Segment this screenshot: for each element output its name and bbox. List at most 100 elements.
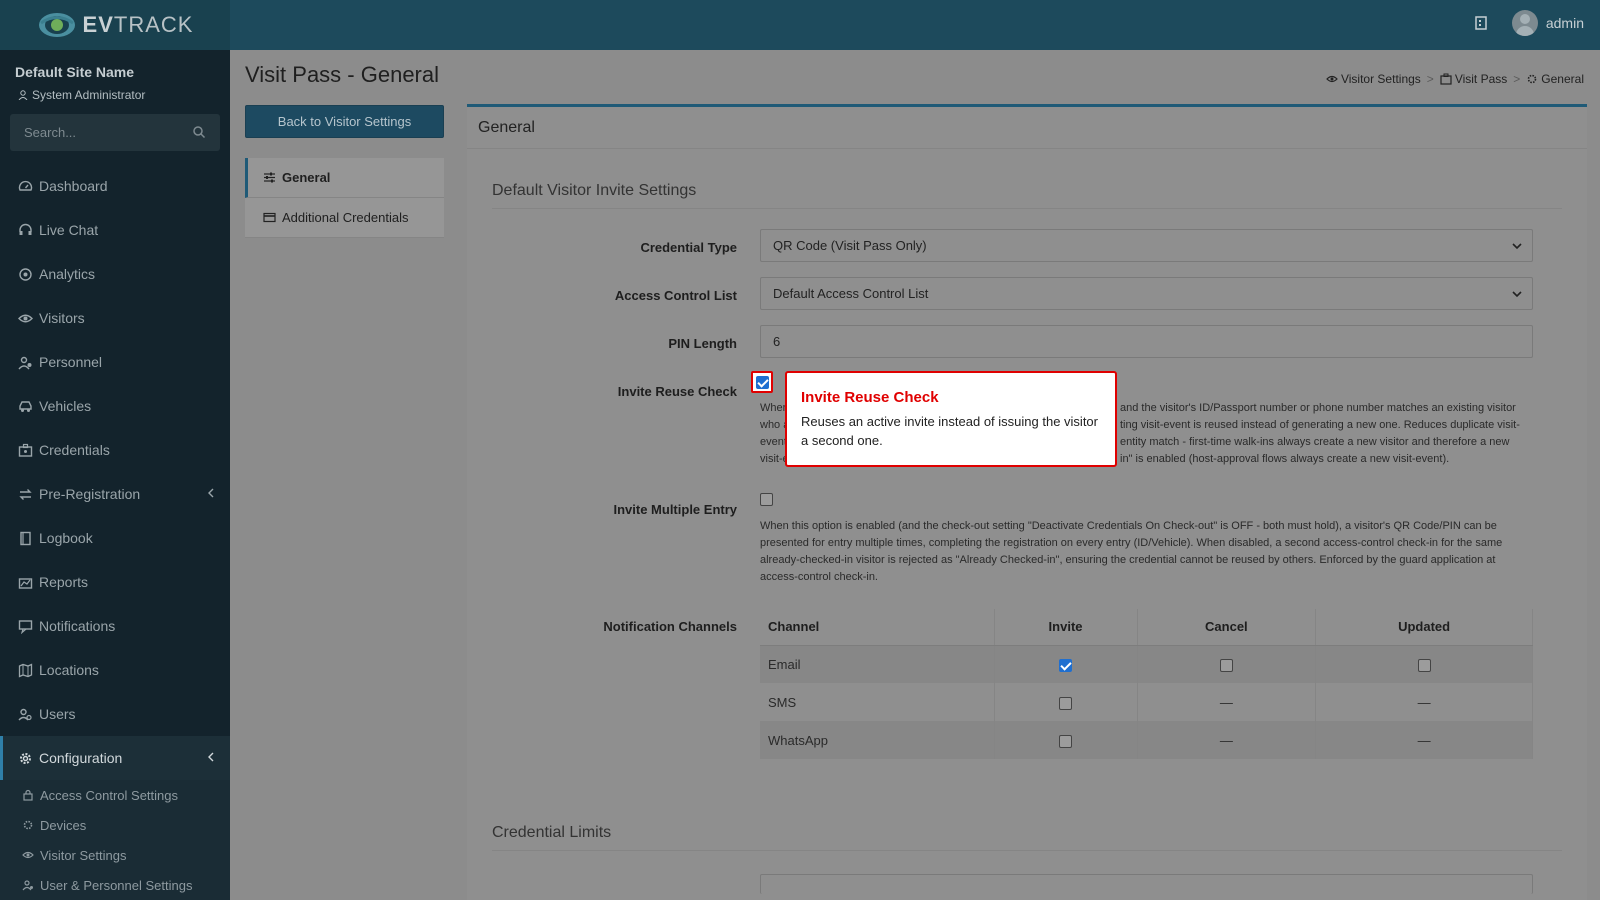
sidebar-item-label: Credentials <box>39 442 110 458</box>
breadcrumb: Visitor Settings > Visit Pass > General <box>1326 72 1584 86</box>
sidebar-item-label: Logbook <box>39 530 93 546</box>
search-input[interactable] <box>10 114 180 151</box>
card-icon <box>263 212 276 223</box>
whatsapp-invite-checkbox[interactable] <box>1059 734 1073 748</box>
credential-limit-input[interactable] <box>760 874 1533 894</box>
users-icon <box>18 708 32 720</box>
access-control-list-select[interactable]: Default Access Control List <box>760 277 1533 310</box>
eye-icon <box>1326 75 1338 83</box>
sidebar-subitem-devices[interactable]: Devices <box>0 810 230 840</box>
cell-updated: — <box>1315 683 1533 721</box>
column-header-channel: Channel <box>760 609 995 646</box>
chevron-down-icon <box>1512 291 1522 298</box>
sidebar-search <box>10 114 220 151</box>
side-menu-label: Additional Credentials <box>282 210 409 225</box>
sidebar-item-pre-registration[interactable]: Pre-Registration <box>0 472 230 516</box>
gear-icon <box>20 752 31 764</box>
section-title-credential-limits: Credential Limits <box>492 824 1562 851</box>
sidebar-item-dashboard[interactable]: Dashboard <box>0 164 230 208</box>
credential-type-value: QR Code (Visit Pass Only) <box>773 238 927 253</box>
table-header-row: Channel Invite Cancel Updated <box>760 609 1533 646</box>
personnel-icon <box>18 356 32 369</box>
email-invite-checkbox[interactable] <box>1059 658 1073 672</box>
chevron-left-icon <box>208 488 214 498</box>
configuration-submenu: Access Control Settings Devices Visitor … <box>0 780 230 900</box>
cell-cancel: — <box>1137 721 1317 759</box>
back-to-visitor-settings-button[interactable]: Back to Visitor Settings <box>245 105 444 138</box>
sidebar-item-label: Personnel <box>39 354 103 370</box>
chevron-down-icon <box>1512 243 1522 250</box>
invite-multiple-entry-help: When this option is enabled (and the che… <box>760 520 1503 583</box>
invite-multiple-entry-checkbox[interactable] <box>760 493 773 506</box>
breadcrumb-label: Visitor Settings <box>1340 72 1421 86</box>
card-title: General <box>467 107 1587 149</box>
sidebar-item-live-chat[interactable]: Live Chat <box>0 208 230 252</box>
breadcrumb-separator: > <box>1513 72 1521 86</box>
side-menu-additional-credentials[interactable]: Additional Credentials <box>245 198 444 238</box>
credentials-icon <box>18 443 33 457</box>
building-icon[interactable] <box>1474 16 1488 30</box>
map-icon <box>18 663 33 677</box>
invite-multiple-entry-label: Invite Multiple Entry <box>613 502 737 517</box>
sidebar-item-label: Vehicles <box>39 398 92 414</box>
sidebar-item-logbook[interactable]: Logbook <box>0 516 230 560</box>
sidebar-item-locations[interactable]: Locations <box>0 648 230 692</box>
chevron-left-icon <box>208 752 214 762</box>
cell-invite <box>994 645 1138 683</box>
sidebar-item-analytics[interactable]: Analytics <box>0 252 230 296</box>
car-icon <box>19 400 32 412</box>
cell-cancel: — <box>1137 683 1317 721</box>
sidebar-subitem-label: Visitor Settings <box>40 847 127 863</box>
email-updated-checkbox[interactable] <box>1417 658 1431 672</box>
breadcrumb-label: General <box>1541 72 1584 86</box>
brand-logo-area[interactable]: EVTRACK <box>0 0 230 50</box>
breadcrumb-label: Visit Pass <box>1454 72 1508 86</box>
invite-reuse-check-highlight <box>751 371 773 393</box>
channel-name: Email <box>760 645 995 683</box>
breadcrumb-visit-pass[interactable]: Visit Pass <box>1440 72 1507 86</box>
gear-icon <box>1527 74 1537 84</box>
sidebar: Default Site Name System Administrator D… <box>0 50 230 900</box>
sliders-icon <box>264 172 275 183</box>
sidebar-item-label: Reports <box>39 574 89 590</box>
search-icon[interactable] <box>192 125 206 139</box>
sidebar-item-personnel[interactable]: Personnel <box>0 340 230 384</box>
breadcrumb-general: General <box>1526 72 1584 86</box>
sidebar-item-vehicles[interactable]: Vehicles <box>0 384 230 428</box>
side-menu-label: General <box>282 170 331 185</box>
table-row: WhatsApp — — <box>760 721 1533 759</box>
cell-invite <box>994 683 1138 721</box>
sidebar-subitem-visitor-settings[interactable]: Visitor Settings <box>0 840 230 870</box>
credential-type-select[interactable]: QR Code (Visit Pass Only) <box>760 229 1533 262</box>
cell-invite <box>994 721 1138 759</box>
invite-reuse-check-label: Invite Reuse Check <box>617 384 737 399</box>
email-cancel-checkbox[interactable] <box>1219 658 1233 672</box>
table-row: Email <box>760 645 1533 683</box>
sidebar-item-notifications[interactable]: Notifications <box>0 604 230 648</box>
site-name: Default Site Name <box>15 64 135 80</box>
evtrack-logo-icon <box>38 13 75 37</box>
user-menu[interactable]: admin <box>1511 10 1584 36</box>
sidebar-subitem-user-personnel-settings[interactable]: User & Personnel Settings <box>0 870 230 900</box>
sms-invite-checkbox[interactable] <box>1059 696 1073 710</box>
breadcrumb-visitor-settings[interactable]: Visitor Settings <box>1326 72 1421 86</box>
invite-reuse-tooltip: Invite Reuse Check Reuses an active invi… <box>785 371 1117 467</box>
sidebar-item-reports[interactable]: Reports <box>0 560 230 604</box>
sidebar-subitem-access-control-settings[interactable]: Access Control Settings <box>0 780 230 810</box>
sidebar-item-credentials[interactable]: Credentials <box>0 428 230 472</box>
tooltip-body: Reuses an active invite instead of issui… <box>801 414 1098 448</box>
swap-icon <box>19 488 32 500</box>
top-navbar: EVTRACK admin <box>0 0 1600 50</box>
sidebar-item-label: Visitors <box>39 310 85 326</box>
sidebar-item-visitors[interactable]: Visitors <box>0 296 230 340</box>
settings-side-menu: General Additional Credentials <box>245 158 444 238</box>
pin-length-input[interactable]: 6 <box>760 325 1533 358</box>
sidebar-item-users[interactable]: Users <box>0 692 230 736</box>
dashboard-icon <box>18 180 33 191</box>
analytics-icon <box>19 267 32 281</box>
sidebar-item-configuration[interactable]: Configuration <box>0 736 230 780</box>
invite-reuse-check-checkbox[interactable] <box>756 376 769 389</box>
channel-name: WhatsApp <box>760 721 995 759</box>
side-menu-general[interactable]: General <box>245 158 444 198</box>
tooltip-title: Invite Reuse Check <box>801 389 939 406</box>
